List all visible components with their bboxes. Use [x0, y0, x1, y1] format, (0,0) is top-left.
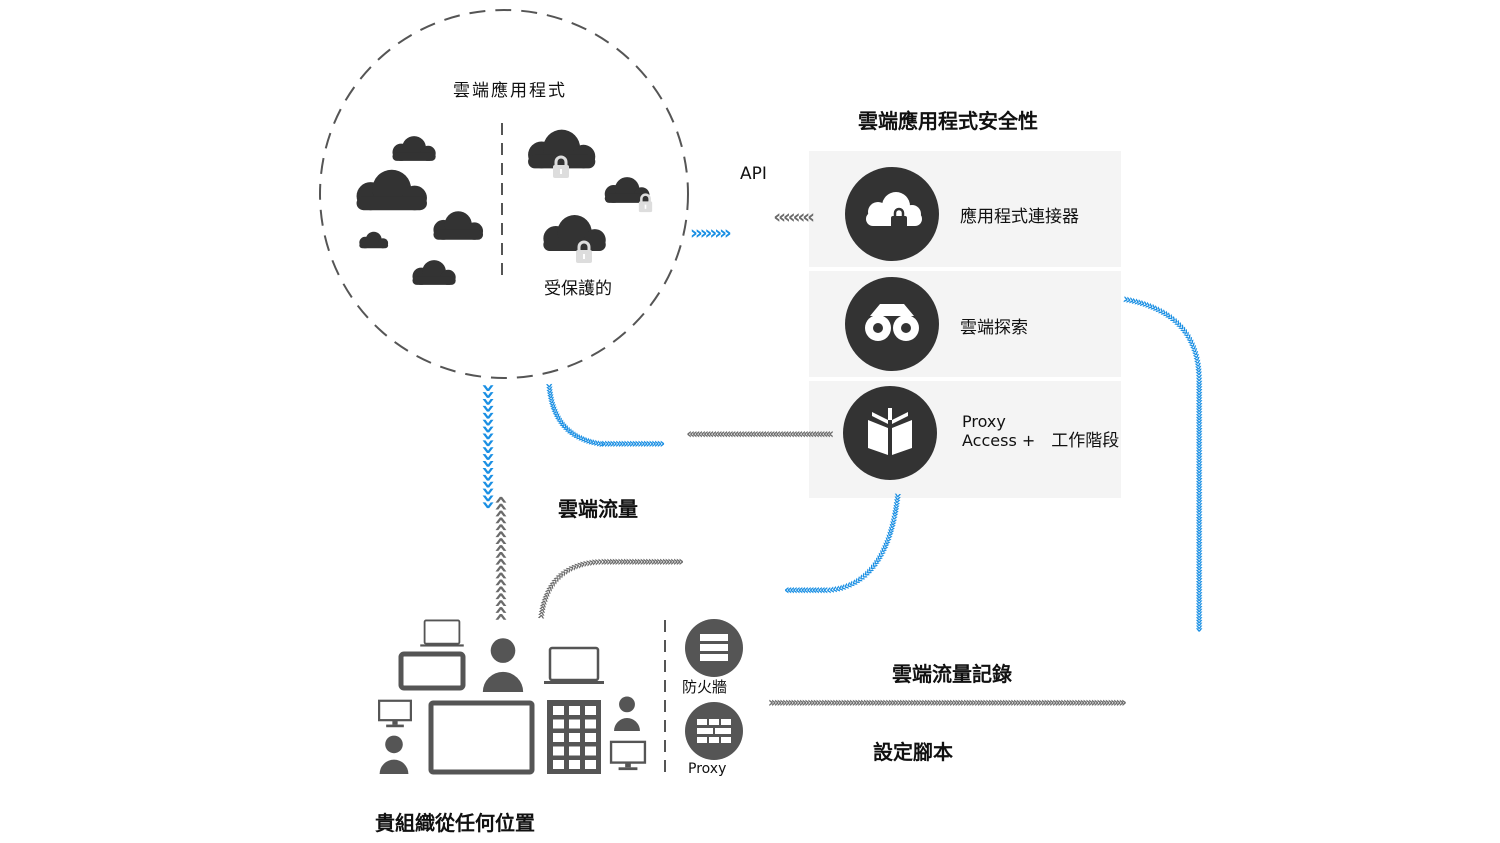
cloud-discovery-label[interactable]: 雲端探索: [960, 313, 1028, 338]
window: [553, 760, 564, 769]
proxy-label: Proxy: [688, 761, 727, 777]
api-flow-blue: ››››››››: [690, 222, 731, 244]
window: [553, 719, 564, 729]
open-book-icon: [843, 386, 937, 480]
window: [553, 733, 564, 742]
window: [569, 733, 580, 742]
cloud-icon: [392, 136, 436, 161]
cloud-lock-icon: [528, 129, 596, 179]
session-flow-gray: ››››››››››››››››››››››››››››››››››››››››…: [533, 554, 683, 620]
diagram-graphics: ›››››››› ›››››››› ›››››››››››››››››› ›››…: [319, 9, 1210, 775]
person-icon: [614, 696, 640, 731]
window: [569, 719, 580, 729]
window: [569, 760, 580, 769]
binoculars-icon: [845, 277, 939, 371]
window: [585, 733, 596, 742]
access-text: Access +: [962, 431, 1036, 450]
session-text: 工作階段: [1051, 431, 1120, 451]
proxy-flow-gray: ››››››››››››››››››››››››››››››››››››››››…: [687, 426, 834, 442]
monitor-icon: [609, 740, 647, 772]
app-connector-label[interactable]: 應用程式連接器: [960, 202, 1079, 227]
proxy-icon: [685, 702, 743, 760]
cloud-apps-title: 雲端應用程式: [453, 81, 567, 101]
window: [569, 706, 580, 715]
traffic-up-gray: ››››››››››››››››››: [486, 496, 514, 622]
security-title: 雲端應用程式安全性: [858, 109, 1038, 133]
window: [585, 706, 596, 715]
laptop-icon: [543, 646, 605, 686]
cloud-traffic-label: 雲端流量: [558, 497, 638, 521]
proxy-flow-blue: ››››››››››››››››››››››››››››››››››››››››…: [541, 382, 664, 452]
laptop-icon: [420, 619, 464, 648]
api-flow-gray: ››››››››: [774, 207, 815, 229]
traffic-down-blue: ››››››››››››››››››: [475, 383, 503, 509]
proxy-line: Proxy: [962, 412, 1006, 431]
window: [553, 746, 564, 756]
cloud-lock-icon: [845, 167, 939, 261]
tablet-icon: [428, 700, 535, 775]
organization-label: 貴組織從任何位置: [375, 811, 535, 835]
person-icon: [379, 735, 409, 774]
diagram: ›››››››› ›››››››› ›››››››››››››››››› ›››…: [0, 0, 1500, 843]
cloud-icon: [433, 211, 484, 240]
cloud-traffic-logs-label: 雲端流量記錄: [892, 662, 1012, 686]
cloud-lock-icon: [604, 177, 654, 213]
api-label: API: [740, 164, 767, 184]
organization-devices: [377, 619, 647, 775]
firewall-icon: [685, 619, 743, 677]
session-flow-blue: ››››››››››››››››››››››››››››››››››››››››…: [785, 492, 906, 599]
proxy-session-label[interactable]: Proxy Access + 工作階段: [962, 412, 1119, 451]
script-flow-blue: ››››››››››››››››››››››››››››››››››››››››…: [1121, 291, 1207, 632]
log-flow-gray: ››››››››››››››››››››››››››››››››››››››››…: [768, 695, 1127, 711]
firewall-label: 防火牆: [682, 678, 728, 696]
window: [569, 746, 580, 756]
window: [585, 719, 596, 729]
window: [585, 746, 596, 756]
tablet-icon: [398, 651, 466, 691]
building-icon: [547, 700, 601, 774]
scripts-label: 設定腳本: [873, 740, 953, 764]
protected-label: 受保護的: [544, 279, 612, 299]
cloud-icon: [356, 169, 427, 211]
window: [553, 706, 564, 715]
access-line: Access + 工作階段: [962, 431, 1119, 451]
cloud-lock-icon: [543, 215, 606, 264]
cloud-icon: [359, 231, 389, 249]
monitor-icon: [377, 699, 413, 729]
window: [585, 760, 596, 769]
person-icon: [482, 638, 524, 692]
cloud-icon: [412, 260, 456, 285]
